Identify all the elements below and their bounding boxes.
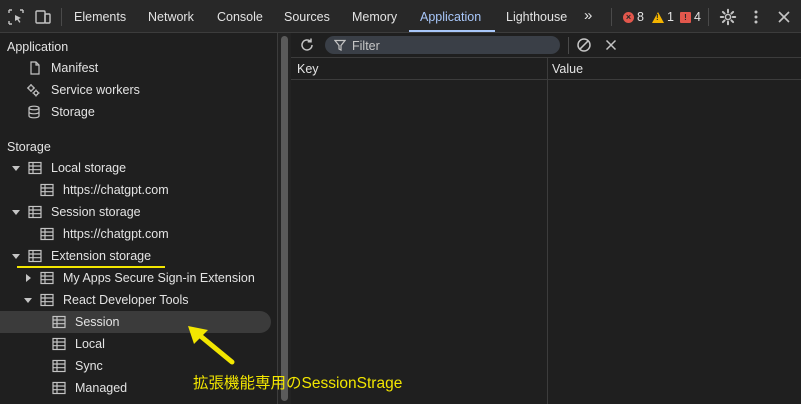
table-icon <box>52 359 66 373</box>
table-icon <box>40 293 54 307</box>
error-count: 8 <box>637 10 644 24</box>
column-header-key[interactable]: Key <box>297 62 319 76</box>
filter-input[interactable] <box>350 36 554 56</box>
tab-memory[interactable]: Memory <box>352 0 397 33</box>
warning-count: 1 <box>667 10 674 24</box>
tree-item-label: https://chatgpt.com <box>63 183 169 197</box>
database-icon <box>28 105 40 119</box>
sidebar-scrollbar[interactable] <box>277 33 291 404</box>
storage-section-header: Storage <box>7 140 51 154</box>
table-icon <box>52 337 66 351</box>
active-tab-indicator <box>409 30 495 32</box>
toolbar-divider <box>708 8 709 26</box>
tree-item-session-storage[interactable]: Session storage <box>0 201 271 223</box>
table-icon <box>28 161 42 175</box>
sidebar-item-label: Service workers <box>51 83 140 97</box>
expand-caret-icon[interactable] <box>24 298 32 303</box>
document-icon <box>30 61 40 75</box>
tree-item-label: My Apps Secure Sign-in Extension <box>63 271 255 285</box>
table-icon <box>28 205 42 219</box>
issues-count-badge[interactable]: ! 4 <box>680 9 701 25</box>
tab-console[interactable]: Console <box>217 0 263 33</box>
device-toolbar-icon[interactable] <box>34 8 52 26</box>
sidebar-item-label: Storage <box>51 105 95 119</box>
tree-item-session-storage-origin[interactable]: https://chatgpt.com <box>0 223 271 245</box>
table-icon <box>40 227 54 241</box>
expand-caret-icon[interactable] <box>12 166 20 171</box>
tree-item-label: Extension storage <box>51 249 152 263</box>
tab-sources[interactable]: Sources <box>284 0 330 33</box>
tree-item-label: Session <box>75 315 120 329</box>
tree-item-label: https://chatgpt.com <box>63 227 169 241</box>
error-icon: × <box>623 11 634 23</box>
settings-gear-icon[interactable] <box>719 8 737 26</box>
tree-item-extension-storage[interactable]: Extension storage <box>0 245 271 267</box>
table-icon <box>40 271 54 285</box>
table-icon <box>40 183 54 197</box>
inspect-element-icon[interactable] <box>7 8 25 26</box>
tab-application[interactable]: Application <box>420 0 481 33</box>
filter-funnel-icon <box>334 39 346 51</box>
storage-table-header: Key Value <box>291 58 801 80</box>
error-count-badge[interactable]: × 8 <box>623 9 644 25</box>
table-icon <box>52 381 66 395</box>
more-options-icon[interactable] <box>747 8 765 26</box>
column-header-value[interactable]: Value <box>552 62 583 76</box>
tab-network[interactable]: Network <box>148 0 194 33</box>
application-section-header: Application <box>7 40 69 54</box>
tree-item-my-apps-extension[interactable]: My Apps Secure Sign-in Extension <box>0 267 271 289</box>
tree-item-local-storage[interactable]: Local storage <box>0 157 271 179</box>
sidebar-item-manifest[interactable]: Manifest <box>0 57 271 79</box>
tree-item-react-devtools[interactable]: React Developer Tools <box>0 289 271 311</box>
sidebar-item-storage[interactable]: Storage <box>0 101 271 123</box>
scrollbar-thumb[interactable] <box>281 36 288 401</box>
issues-count: 4 <box>694 10 701 24</box>
table-icon <box>52 315 66 329</box>
warning-count-badge[interactable]: 1 <box>652 9 674 25</box>
tree-item-label: Sync <box>75 359 103 373</box>
toolbar-divider <box>568 37 569 54</box>
sidebar-item-service-workers[interactable]: Service workers <box>0 79 271 101</box>
clear-all-icon[interactable] <box>576 37 592 53</box>
close-devtools-icon[interactable] <box>775 8 793 26</box>
tree-item-label: Local <box>75 337 105 351</box>
refresh-icon[interactable] <box>299 37 315 53</box>
expand-caret-icon[interactable] <box>12 254 20 259</box>
tree-item-local-storage-origin[interactable]: https://chatgpt.com <box>0 179 271 201</box>
column-divider[interactable] <box>547 58 548 404</box>
tree-item-label: Local storage <box>51 161 127 175</box>
toolbar-divider <box>61 8 62 26</box>
warning-icon <box>652 11 664 23</box>
filter-box[interactable] <box>325 36 560 56</box>
issues-icon: ! <box>680 11 691 23</box>
tab-elements[interactable]: Elements <box>74 0 126 33</box>
storage-viewer: Key Value <box>291 33 801 404</box>
devtools-tabbar: Elements Network Console Sources Memory … <box>0 0 801 33</box>
tree-item-label: Session storage <box>51 205 141 219</box>
more-tabs-button[interactable]: » <box>584 0 592 33</box>
sidebar-item-label: Manifest <box>51 61 99 75</box>
storage-toolbar <box>291 33 801 58</box>
delete-selected-icon[interactable] <box>604 38 618 52</box>
gears-icon <box>27 84 40 97</box>
toolbar-divider <box>611 8 612 26</box>
annotation-label: 拡張機能専用のSessionStrage <box>193 375 403 392</box>
tab-lighthouse[interactable]: Lighthouse <box>506 0 567 33</box>
annotation-arrow <box>188 326 235 365</box>
collapsed-caret-icon[interactable] <box>26 274 31 282</box>
tree-item-label: Managed <box>75 381 128 395</box>
tree-item-label: React Developer Tools <box>63 293 189 307</box>
expand-caret-icon[interactable] <box>12 210 20 215</box>
table-icon <box>28 249 42 263</box>
